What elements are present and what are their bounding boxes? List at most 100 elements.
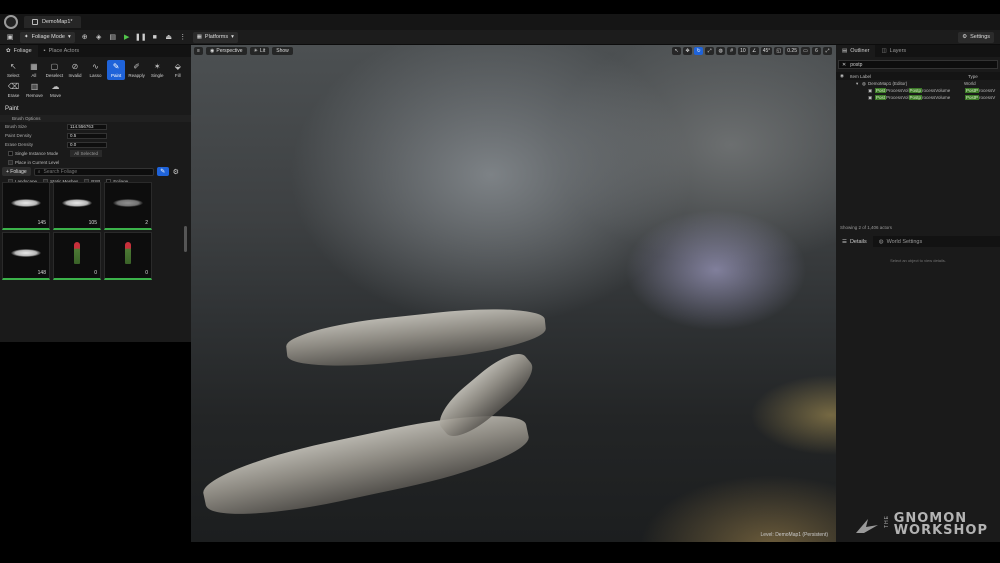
rotate-icon[interactable]: ↻ (694, 46, 704, 55)
eject-icon[interactable]: ⏏ (165, 33, 173, 41)
lit-button[interactable]: ☀ Lit (249, 46, 270, 55)
tool-label: Single (150, 72, 164, 78)
erase-density-row: Erase Density 0.0 (0, 140, 191, 149)
tool-label: Invalid (68, 72, 82, 78)
play-icon[interactable]: ▶ (123, 33, 131, 41)
camera-speed-value[interactable]: 6 (812, 46, 821, 55)
document-tab[interactable]: DemoMap1* (24, 16, 81, 28)
foliage-thumbnail[interactable]: 148 (2, 232, 50, 280)
tool-select[interactable]: ↖ Select (4, 60, 23, 80)
add-content-icon[interactable]: ⊕ (81, 33, 89, 41)
viewport-menu-icon[interactable]: ≡ (194, 46, 203, 55)
foliage-search-input[interactable]: ⌕ Search Foliage (33, 167, 154, 176)
perspective-button[interactable]: ◉ Perspective (206, 46, 247, 55)
camera-speed-icon[interactable]: ▭ (801, 46, 810, 55)
gear-icon[interactable]: ⚙ (172, 168, 180, 176)
single-instance-dropdown[interactable]: All Selected (70, 150, 103, 157)
scale-snap-icon[interactable]: ◱ (774, 46, 784, 55)
paint-density-field[interactable]: 0.5 (67, 132, 107, 139)
grid-snap-icon[interactable]: # (727, 46, 737, 55)
save-icon[interactable]: ▣ (6, 33, 14, 41)
flower-mesh-icon (74, 241, 80, 264)
outliner-tabs: ▤ Outliner ◫ Layers (836, 45, 1000, 57)
chevron-down-icon: ▾ (67, 34, 71, 40)
tool-single[interactable]: ✶ Single (148, 60, 167, 80)
search-placeholder: Search Foliage (43, 168, 78, 175)
tool-deselect[interactable]: ▢ Deselect (45, 60, 64, 80)
grid-value[interactable]: 10 (738, 46, 748, 55)
row-type-part: rocessV (979, 88, 996, 93)
tool-invalid[interactable]: ⊘ Invalid (66, 60, 85, 80)
blueprint-icon[interactable]: ◈ (95, 33, 103, 41)
match-highlight: Post (875, 95, 887, 100)
tab-place-actors[interactable]: ▪ Place Actors (37, 45, 86, 57)
angle-snap-icon[interactable]: ∠ (749, 46, 759, 55)
translate-icon[interactable]: ✥ (683, 46, 693, 55)
erase-density-field[interactable]: 0.0 (67, 141, 107, 148)
foliage-thumbnail[interactable]: 145 (2, 182, 50, 230)
visibility-icon[interactable]: ◉ (840, 73, 850, 79)
foliage-thumbnail[interactable]: 0 (53, 232, 101, 280)
row-name-part: ProcessVol (886, 88, 909, 93)
pause-icon[interactable]: ❚❚ (135, 33, 147, 41)
tool-remove[interactable]: ▥ Remove (25, 80, 44, 100)
outliner-icon: ▤ (842, 48, 848, 54)
close-icon[interactable]: ✕ (842, 62, 846, 68)
scale-icon[interactable]: ⤢ (705, 46, 715, 55)
single-instance-checkbox[interactable] (8, 151, 13, 156)
stop-icon[interactable]: ■ (151, 33, 159, 41)
level-viewport[interactable]: ≡ ◉ Perspective ☀ Lit Show ↖ ✥ ↻ ⤢ ◍ # 10 … (191, 45, 836, 542)
grass-mesh-icon (11, 198, 41, 207)
chevron-down-icon: ▾ (231, 34, 234, 40)
outliner-row-postprocess[interactable]: ▣ PostProcessVolPostprocessVolume PostPr… (836, 94, 1000, 101)
tab-label: Layers (889, 48, 907, 54)
title-bar: DemoMap1* (0, 14, 1000, 30)
mode-dropdown[interactable]: ✦ Foliage Mode ▾ (20, 31, 75, 43)
edit-foliage-icon[interactable]: ✎ (156, 167, 169, 176)
show-button[interactable]: Show (272, 46, 293, 55)
select-mode-icon[interactable]: ↖ (672, 46, 682, 55)
place-current-level-checkbox[interactable] (8, 160, 13, 165)
tool-lasso[interactable]: ∿ Lasso (86, 60, 105, 80)
platforms-dropdown[interactable]: ▦ Platforms ▾ (192, 31, 238, 43)
outliner-search-input[interactable]: ✕ postp (838, 60, 998, 69)
tool-erase[interactable]: ⌫ Erase (4, 80, 23, 100)
tool-reapply[interactable]: ✐ Reapply (127, 60, 146, 80)
col-item-label[interactable]: Item Label (850, 74, 968, 79)
col-type[interactable]: Type (968, 74, 978, 79)
tool-fill[interactable]: ⬙ Fill (169, 60, 188, 80)
tab-foliage[interactable]: ✿ Foliage (0, 45, 38, 57)
add-foliage-button[interactable]: + Foliage (2, 167, 31, 176)
brush-options-header[interactable]: Brush Options (0, 115, 191, 122)
settings-button[interactable]: ⚙ Settings (958, 31, 994, 43)
camera-icon: ◉ (210, 47, 215, 54)
cinematics-icon[interactable]: ▤ (109, 33, 117, 41)
tab-details[interactable]: ☰ Details (836, 236, 873, 247)
scale-value[interactable]: 0.25 (785, 46, 799, 55)
tool-paint[interactable]: ✎ Paint (106, 60, 126, 80)
brush-size-field[interactable]: 114.556763 (67, 123, 107, 130)
foliage-thumbnail[interactable]: 0 (104, 232, 152, 280)
maximize-icon[interactable]: ⤢ (823, 46, 832, 55)
world-space-icon[interactable]: ◍ (716, 46, 726, 55)
tab-layers[interactable]: ◫ Layers (875, 45, 913, 57)
brush-size-row: Brush Size 114.556763 (0, 122, 191, 131)
more-options-icon[interactable]: ⋮ (179, 33, 187, 41)
foliage-scrollbar[interactable] (184, 226, 187, 252)
tool-label: Remove (26, 92, 43, 98)
foliage-thumbnail[interactable]: 105 (53, 182, 101, 230)
foliage-thumbnail[interactable]: 2 (104, 182, 152, 230)
tool-all[interactable]: ▦ All (25, 60, 44, 80)
outliner-row-postprocess[interactable]: ▣ PostProcessVolPostprocessVolume PostPr… (836, 87, 1000, 94)
tab-world-settings[interactable]: ◍ World Settings (872, 236, 929, 247)
row-name: PostProcessVolPostprocessVolume (875, 95, 965, 100)
outliner-row-world[interactable]: ▾ ◍ DemoMap1 (Editor) World (836, 80, 1000, 87)
volume-icon: ▣ (868, 87, 873, 93)
tool-move[interactable]: ☁ Move (46, 80, 65, 100)
flower-mesh-icon (125, 241, 131, 264)
instance-count: 148 (37, 270, 46, 276)
place-current-level-label: Place in Current Level (15, 160, 60, 165)
unreal-logo-icon[interactable] (4, 15, 18, 29)
tab-outliner[interactable]: ▤ Outliner (836, 45, 876, 57)
angle-value[interactable]: 45° (760, 46, 773, 55)
